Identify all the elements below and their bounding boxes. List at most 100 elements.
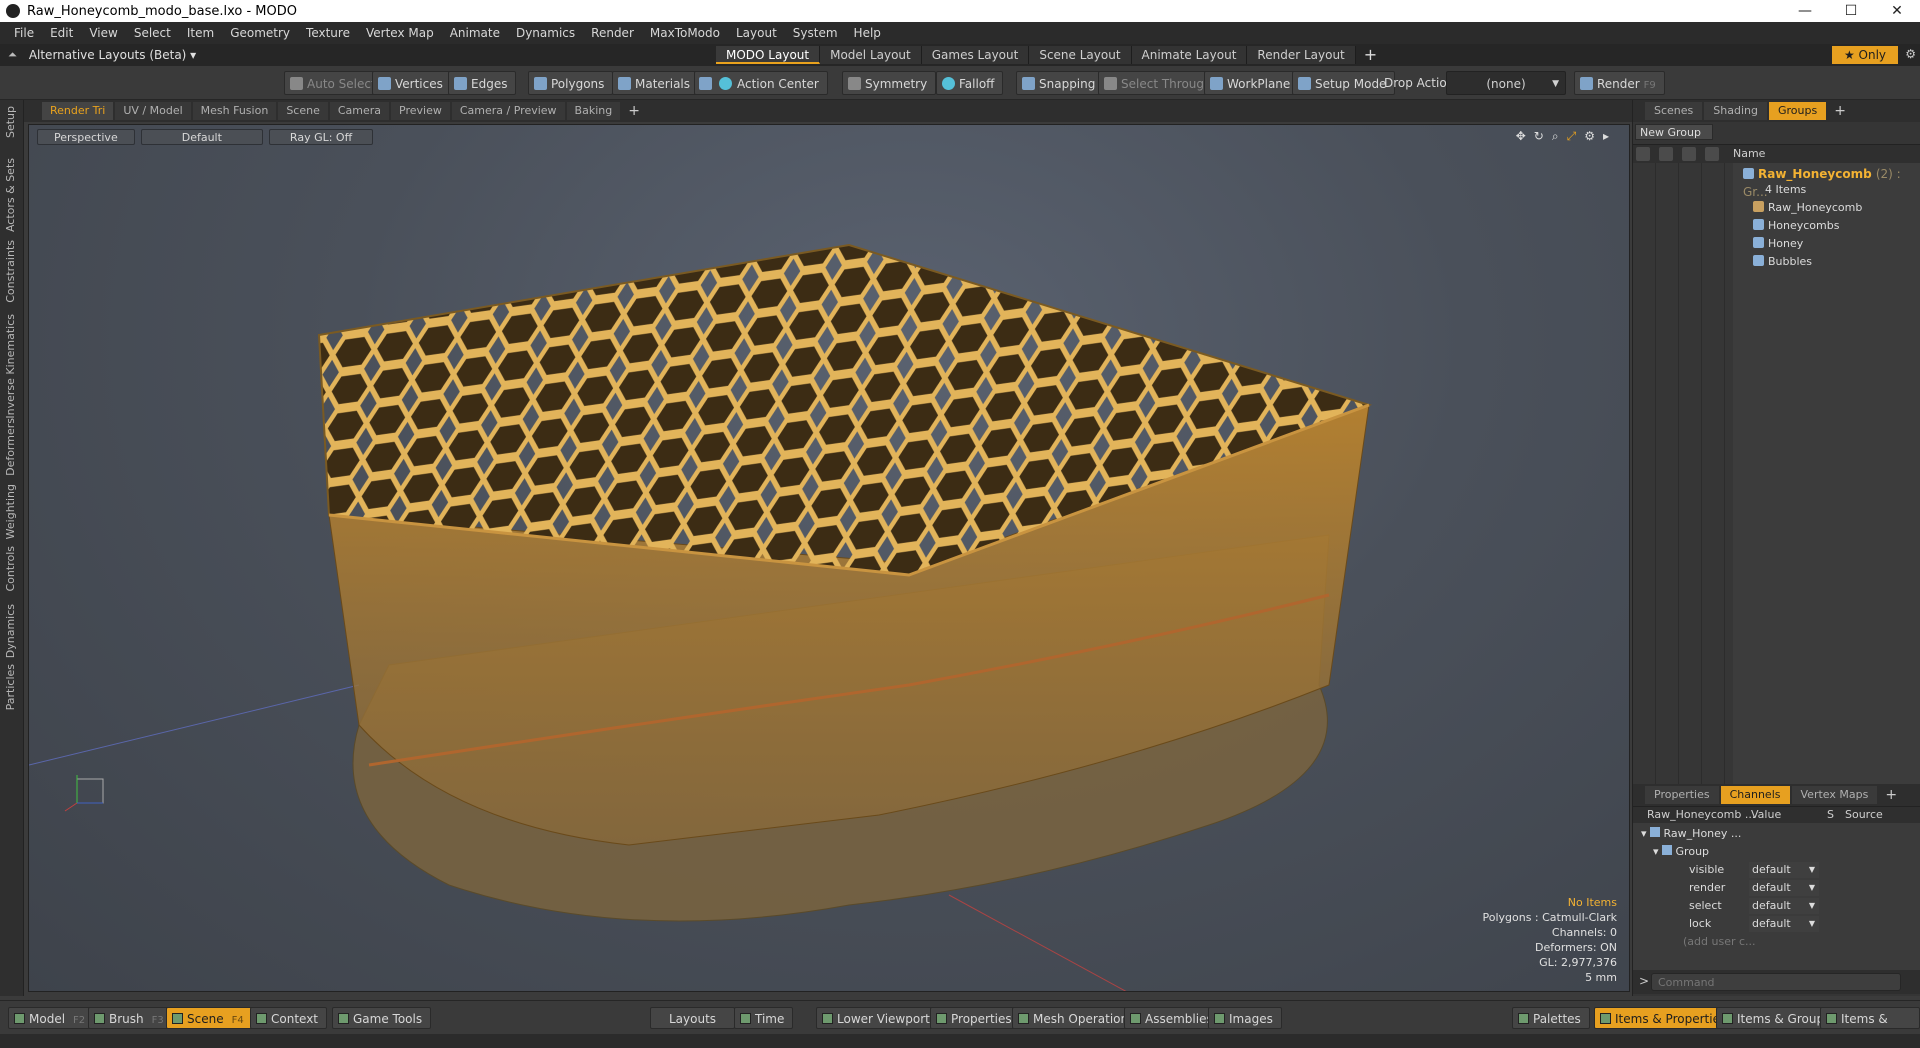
tab-groups[interactable]: Groups (1768, 102, 1827, 120)
channel-value-dropdown[interactable]: default ▼ (1749, 862, 1819, 878)
tab-shading[interactable]: Shading (1704, 102, 1767, 120)
group-child-item[interactable]: Honey (1633, 235, 1920, 253)
tab-mesh-fusion[interactable]: Mesh Fusion (192, 102, 277, 120)
strip-tab-weighting[interactable]: Weighting (4, 484, 17, 539)
new-group-button[interactable]: New Group (1635, 124, 1713, 140)
falloff-button[interactable]: Falloff (936, 71, 1004, 95)
edges-button[interactable]: Edges (448, 71, 517, 95)
raygl-toggle[interactable]: Ray GL: Off (268, 129, 374, 145)
add-user-channel[interactable]: (add user c... (1633, 933, 1920, 951)
time-button[interactable]: Time (734, 1007, 794, 1029)
menu-view[interactable]: View (81, 26, 125, 40)
rotate-icon[interactable]: ↻ (1534, 129, 1544, 144)
add-panel-tab-button[interactable]: + (1828, 103, 1852, 119)
action-center-button[interactable]: Action Center (694, 71, 828, 95)
collapse-arrow-icon[interactable]: ⏶ (8, 48, 17, 62)
palettes-button[interactable]: Palettes (1512, 1007, 1590, 1029)
lower-viewports-button[interactable]: Lower Viewports (816, 1007, 946, 1029)
pan-icon[interactable]: ✥ (1516, 129, 1526, 144)
eye-icon[interactable] (1636, 147, 1650, 161)
menu-texture[interactable]: Texture (298, 26, 358, 40)
group-child-item[interactable]: Bubbles (1633, 253, 1920, 271)
lock-icon[interactable] (1682, 147, 1696, 161)
render-toggle-icon[interactable] (1659, 147, 1673, 161)
drop-action-dropdown[interactable]: (none) ▼ (1446, 71, 1566, 95)
only-toggle[interactable]: ★ Only (1832, 46, 1898, 64)
channel-value-dropdown[interactable]: default ▼ (1749, 880, 1819, 896)
select-toggle-icon[interactable] (1705, 147, 1719, 161)
tab-vertex-maps[interactable]: Vertex Maps (1791, 786, 1878, 804)
viewport-settings-gear-icon[interactable]: ⚙ (1584, 129, 1595, 144)
menu-dynamics[interactable]: Dynamics (508, 26, 583, 40)
close-button[interactable]: ✕ (1874, 0, 1920, 22)
strip-tab-particles[interactable]: Particles (4, 664, 17, 710)
tab-scenes[interactable]: Scenes (1645, 102, 1703, 120)
tab-model-layout[interactable]: Model Layout (820, 46, 922, 64)
menu-system[interactable]: System (785, 26, 846, 40)
model-button[interactable]: Model F2 (8, 1007, 95, 1029)
minimize-button[interactable]: — (1782, 0, 1828, 22)
menu-item[interactable]: Item (179, 26, 222, 40)
game-tools-button[interactable]: Game Tools (332, 1007, 432, 1029)
channel-item-row[interactable]: ▾ Raw_Honey ... (1633, 825, 1920, 843)
tab-camera[interactable]: Camera (329, 102, 390, 120)
zoom-icon[interactable]: ⌕ (1552, 129, 1559, 144)
3d-viewport[interactable]: Perspective Default Ray GL: Off ✥ ↻ ⌕ ⤢ … (28, 124, 1630, 992)
items-properties-button[interactable]: Items & Properties (1594, 1007, 1736, 1029)
tab-channels[interactable]: Channels (1720, 786, 1790, 804)
viewport-menu-arrow-icon[interactable]: ▸ (1603, 129, 1609, 144)
channel-group-row[interactable]: ▾ Group (1633, 843, 1920, 861)
menu-help[interactable]: Help (846, 26, 889, 40)
maximize-viewport-icon[interactable]: ⤢ (1567, 129, 1577, 144)
gear-icon[interactable]: ⚙ (1905, 47, 1916, 61)
symmetry-button[interactable]: Symmetry (842, 71, 937, 95)
tab-camera-preview[interactable]: Camera / Preview (451, 102, 565, 120)
tab-games-layout[interactable]: Games Layout (921, 46, 1030, 64)
layouts-button[interactable]: Layouts (650, 1007, 736, 1029)
tab-baking[interactable]: Baking (566, 102, 621, 120)
menu-geometry[interactable]: Geometry (222, 26, 298, 40)
tab-properties[interactable]: Properties (1645, 786, 1719, 804)
menu-vertex-map[interactable]: Vertex Map (358, 26, 442, 40)
maximize-button[interactable]: ☐ (1828, 0, 1874, 22)
menu-select[interactable]: Select (126, 26, 179, 40)
menu-layout[interactable]: Layout (728, 26, 785, 40)
channel-row-select[interactable]: select default ▼ (1633, 897, 1920, 915)
scene-button[interactable]: Scene F4 (166, 1007, 253, 1029)
properties-button[interactable]: Properties (930, 1007, 1021, 1029)
tab-scene[interactable]: Scene (278, 102, 328, 120)
materials-button[interactable]: Materials (612, 71, 700, 95)
group-child-item[interactable]: Honeycombs (1633, 217, 1920, 235)
strip-tab-setup[interactable]: Setup (4, 106, 17, 138)
channel-value-dropdown[interactable]: default ▼ (1749, 898, 1819, 914)
tab-render-layout[interactable]: Render Layout (1247, 46, 1356, 64)
channel-row-visible[interactable]: visible default ▼ (1633, 861, 1920, 879)
strip-tab-inverse-kinematics[interactable]: Inverse Kinematics (4, 314, 17, 419)
add-viewport-tab-button[interactable]: + (622, 103, 646, 119)
channel-row-render[interactable]: render default ▼ (1633, 879, 1920, 897)
brush-button[interactable]: Brush F3 (88, 1007, 173, 1029)
strip-tab-deformers[interactable]: Deformers (4, 418, 17, 476)
polygons-button[interactable]: Polygons (528, 71, 614, 95)
tab-scene-layout[interactable]: Scene Layout (1029, 46, 1132, 64)
tab-render-tri[interactable]: Render Tri (42, 102, 114, 120)
strip-tab-constraints[interactable]: Constraints (4, 240, 17, 303)
add-properties-tab-button[interactable]: + (1879, 787, 1903, 803)
shading-dropdown[interactable]: Default (140, 129, 263, 145)
tab-uv-model[interactable]: UV / Model (115, 102, 191, 120)
auto-select-button[interactable]: Auto Select (284, 71, 385, 95)
vertices-button[interactable]: Vertices (372, 71, 452, 95)
menu-maxtomodo[interactable]: MaxToModo (642, 26, 728, 40)
menu-edit[interactable]: Edit (42, 26, 81, 40)
channel-row-lock[interactable]: lock default ▼ (1633, 915, 1920, 933)
select-through-button[interactable]: Select Through (1098, 71, 1221, 95)
strip-tab-actors-sets[interactable]: Actors & Sets (4, 158, 17, 232)
view-perspective-dropdown[interactable]: Perspective (37, 129, 135, 145)
alternative-layouts-dropdown[interactable]: Alternative Layouts (Beta) ▾ (29, 48, 196, 62)
tab-preview[interactable]: Preview (391, 102, 450, 120)
strip-tab-controls[interactable]: Controls (4, 546, 17, 592)
items-shading-button[interactable]: Items & Shading (1820, 1007, 1920, 1048)
render-button[interactable]: Render F9 (1574, 71, 1665, 95)
command-input[interactable] (1651, 973, 1901, 991)
menu-file[interactable]: File (6, 26, 42, 40)
